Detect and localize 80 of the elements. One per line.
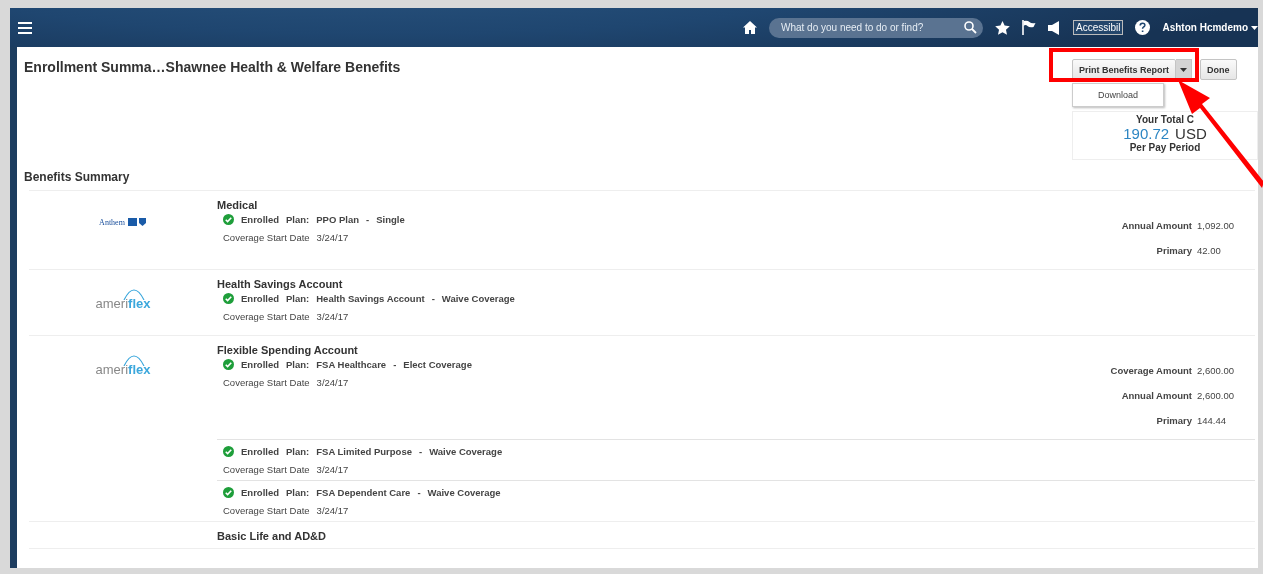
- amount-value: 2,600.00: [1197, 365, 1235, 376]
- user-menu[interactable]: Ashton Hcmdemo: [1162, 22, 1258, 33]
- total-cost-label: Your Total C: [1136, 114, 1194, 125]
- shield-icon: [126, 217, 147, 227]
- start-date: 3/24/17: [316, 311, 349, 322]
- date-label: Coverage Start Date: [223, 377, 310, 388]
- enrollment-status: Enrolled: [241, 359, 279, 370]
- menu-item[interactable]: Download: [1073, 84, 1163, 106]
- check-icon: [223, 359, 234, 370]
- section-title: Benefits Summary: [24, 170, 131, 184]
- cost-amount: 190.72: [1123, 125, 1170, 142]
- coverage-option: Waive Coverage: [429, 446, 503, 457]
- benefit-title: Medical: [217, 199, 259, 211]
- start-date: 3/24/17: [316, 232, 349, 243]
- plan-label: Plan:: [286, 487, 310, 498]
- dropdown-button[interactable]: [1176, 59, 1192, 80]
- benefit-title: Basic Life and AD&D: [217, 530, 327, 542]
- provider-logo: ameriflex: [95, 352, 151, 377]
- date-label: Coverage Start Date: [223, 505, 310, 516]
- separator: -: [366, 214, 370, 225]
- insurer-logo: Anthem: [99, 217, 147, 227]
- benefit-title: Flexible Spending Account: [217, 344, 359, 356]
- check-icon: [223, 487, 234, 498]
- search-icon: [963, 21, 977, 34]
- amount-value: 42.00: [1197, 245, 1222, 256]
- enrollment-status: Enrolled: [241, 214, 279, 225]
- currency: USD: [1175, 125, 1207, 142]
- done-button[interactable]: Done: [1200, 59, 1237, 80]
- check-icon: [223, 446, 234, 457]
- coverage-option: Single: [376, 214, 405, 225]
- plan-label: Plan:: [286, 359, 310, 370]
- enrollment-status: Enrolled: [241, 293, 279, 304]
- caret-icon: [1251, 25, 1258, 30]
- pay-period: Per Pay Period: [1129, 142, 1201, 153]
- date-label: Coverage Start Date: [223, 464, 310, 475]
- coverage-option: Elect Coverage: [403, 359, 472, 370]
- separator: -: [417, 487, 421, 498]
- amount-label: Coverage Amount: [1110, 365, 1192, 376]
- plan-name: PPO Plan: [316, 214, 359, 225]
- coverage-option: Waive Coverage: [427, 487, 501, 498]
- separator: -: [393, 359, 397, 370]
- print-report-button[interactable]: Print Benefits Report: [1072, 59, 1176, 80]
- amount-label: Annual Amount: [1121, 220, 1192, 231]
- start-date: 3/24/17: [316, 464, 349, 475]
- coverage-option: Waive Coverage: [441, 293, 515, 304]
- amount-value: 1,092.00: [1197, 220, 1235, 231]
- caret-icon: [1180, 67, 1187, 72]
- enrollment-status: Enrolled: [241, 446, 279, 457]
- plan-name: FSA Healthcare: [316, 359, 387, 370]
- star-icon[interactable]: [994, 20, 1010, 35]
- start-date: 3/24/17: [316, 377, 349, 388]
- home-icon[interactable]: [742, 21, 757, 34]
- enrollment-status: Enrolled: [241, 487, 279, 498]
- amount-value: 144.44: [1197, 415, 1228, 426]
- amount-value: 2,600.00: [1197, 390, 1235, 401]
- plan-label: Plan:: [286, 214, 310, 225]
- page-title: Enrollment Summa…Shawnee Health & Welfare Benefits: [24, 59, 402, 75]
- amount-label: Annual Amount: [1121, 390, 1192, 401]
- search-field[interactable]: What do you need to do or find?: [768, 17, 983, 38]
- date-label: Coverage Start Date: [223, 311, 310, 322]
- plan-name: Health Savings Account: [316, 293, 425, 304]
- separator: -: [431, 293, 435, 304]
- flag-icon[interactable]: [1021, 20, 1036, 35]
- check-icon: [223, 293, 234, 304]
- megaphone-icon[interactable]: [1047, 20, 1061, 35]
- plan-name: FSA Limited Purpose: [316, 446, 412, 457]
- check-icon: [223, 214, 234, 225]
- accessibility-image[interactable]: Accessibil: [1072, 20, 1124, 35]
- separator: -: [418, 446, 423, 457]
- amount-label: Primary: [1156, 245, 1192, 256]
- help-icon[interactable]: [1135, 20, 1151, 35]
- date-label: Coverage Start Date: [223, 232, 310, 243]
- start-date: 3/24/17: [316, 505, 349, 516]
- plan-label: Plan:: [286, 446, 310, 457]
- benefit-title: Health Savings Account: [217, 278, 344, 290]
- menu-icon[interactable]: [18, 21, 32, 34]
- plan-label: Plan:: [286, 293, 310, 304]
- plan-name: FSA Dependent Care: [316, 487, 411, 498]
- provider-logo: ameriflex: [95, 286, 151, 311]
- amount-label: Primary: [1156, 415, 1192, 426]
